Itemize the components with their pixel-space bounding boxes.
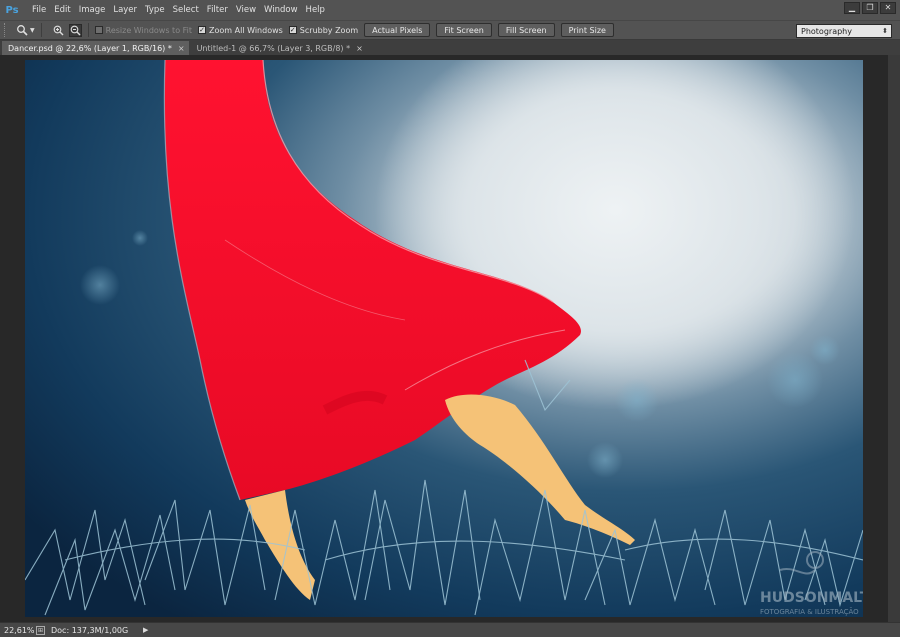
close-icon[interactable]: ×: [356, 44, 363, 53]
tab-dancer[interactable]: Dancer.psd @ 22,6% (Layer 1, RGB/16) * ×: [2, 41, 189, 55]
menu-layer[interactable]: Layer: [109, 0, 141, 20]
photoshop-logo: Ps: [5, 4, 19, 16]
fit-screen-button[interactable]: Fit Screen: [436, 23, 492, 37]
options-grip[interactable]: [4, 23, 10, 37]
tool-preset-picker[interactable]: ▼: [16, 24, 35, 36]
checkmark-icon: ✓: [288, 25, 297, 34]
zoom-all-windows-label: Zoom All Windows: [209, 25, 283, 35]
print-size-button[interactable]: Print Size: [560, 23, 614, 37]
zoom-out-button[interactable]: [68, 23, 82, 37]
zoom-level-field[interactable]: 22,61%: [4, 626, 35, 635]
tab-label: Dancer.psd @ 22,6% (Layer 1, RGB/16) *: [8, 43, 172, 53]
chevron-down-icon: ▼: [30, 26, 35, 34]
options-bar: ▼ Resize Windows to Fit ✓ Zoom All Windo…: [0, 20, 900, 40]
menu-view[interactable]: View: [232, 0, 260, 20]
image-canvas[interactable]: HUDSONMALTA FOTOGRAFIA & ILUSTRAÇÃO: [25, 60, 863, 617]
document-info-icon[interactable]: ⊞: [36, 625, 45, 635]
menu-filter[interactable]: Filter: [203, 0, 232, 20]
document-tab-bar: Dancer.psd @ 22,6% (Layer 1, RGB/16) * ×…: [0, 40, 900, 55]
menu-help[interactable]: Help: [302, 0, 329, 20]
workspace-value: Photography: [801, 26, 852, 36]
restore-button[interactable]: ❐: [862, 2, 878, 14]
close-icon[interactable]: ×: [178, 44, 185, 53]
resize-windows-label: Resize Windows to Fit: [105, 25, 193, 35]
minimize-button[interactable]: ▁: [844, 2, 860, 14]
divider: [87, 23, 89, 37]
window-controls: ▁ ❐ ✕: [844, 2, 896, 14]
menu-image[interactable]: Image: [75, 0, 110, 20]
scrubby-zoom-label: Scrubby Zoom: [299, 25, 359, 35]
document-window: HUDSONMALTA FOTOGRAFIA & ILUSTRAÇÃO: [0, 55, 900, 622]
zoom-all-windows-checkbox[interactable]: ✓ Zoom All Windows: [198, 26, 283, 35]
watermark-tagline: FOTOGRAFIA & ILUSTRAÇÃO: [760, 607, 859, 616]
zoom-tool-icon: [17, 25, 28, 36]
checkmark-icon: ✓: [198, 25, 207, 34]
dancer-painting: HUDSONMALTA FOTOGRAFIA & ILUSTRAÇÃO: [25, 60, 863, 617]
tab-label: Untitled-1 @ 66,7% (Layer 3, RGB/8) *: [196, 43, 351, 53]
menu-select[interactable]: Select: [169, 0, 203, 20]
menu-window[interactable]: Window: [260, 0, 302, 20]
workspace-select[interactable]: Photography ⬍: [796, 24, 892, 38]
zoom-out-icon: [70, 25, 81, 35]
divider: [40, 23, 42, 37]
menu-type[interactable]: Type: [141, 0, 169, 20]
resize-windows-checkbox[interactable]: Resize Windows to Fit: [94, 25, 193, 35]
close-window-button[interactable]: ✕: [880, 2, 896, 14]
status-menu-arrow-icon[interactable]: ▶: [143, 626, 148, 634]
menu-file[interactable]: File: [28, 0, 50, 20]
checkbox-box: [94, 26, 103, 34]
watermark-name: HUDSONMALTA: [760, 590, 863, 606]
tab-untitled[interactable]: Untitled-1 @ 66,7% (Layer 3, RGB/8) * ×: [191, 41, 367, 55]
menu-edit[interactable]: Edit: [50, 0, 74, 20]
menu-bar: Ps File Edit Image Layer Type Select Fil…: [0, 0, 900, 20]
scrubby-zoom-checkbox[interactable]: ✓ Scrubby Zoom: [288, 25, 359, 35]
document-size-info: Doc: 137,3M/1,00G: [51, 625, 129, 635]
chevron-updown-icon: ⬍: [882, 27, 888, 35]
zoom-in-button[interactable]: [52, 24, 65, 37]
fill-screen-button[interactable]: Fill Screen: [497, 23, 555, 37]
vertical-scrollbar[interactable]: [888, 55, 900, 622]
zoom-in-icon: [53, 25, 64, 35]
status-bar: 22,61% ⊞ Doc: 137,3M/1,00G ▶: [0, 622, 900, 637]
actual-pixels-button[interactable]: Actual Pixels: [364, 23, 431, 37]
